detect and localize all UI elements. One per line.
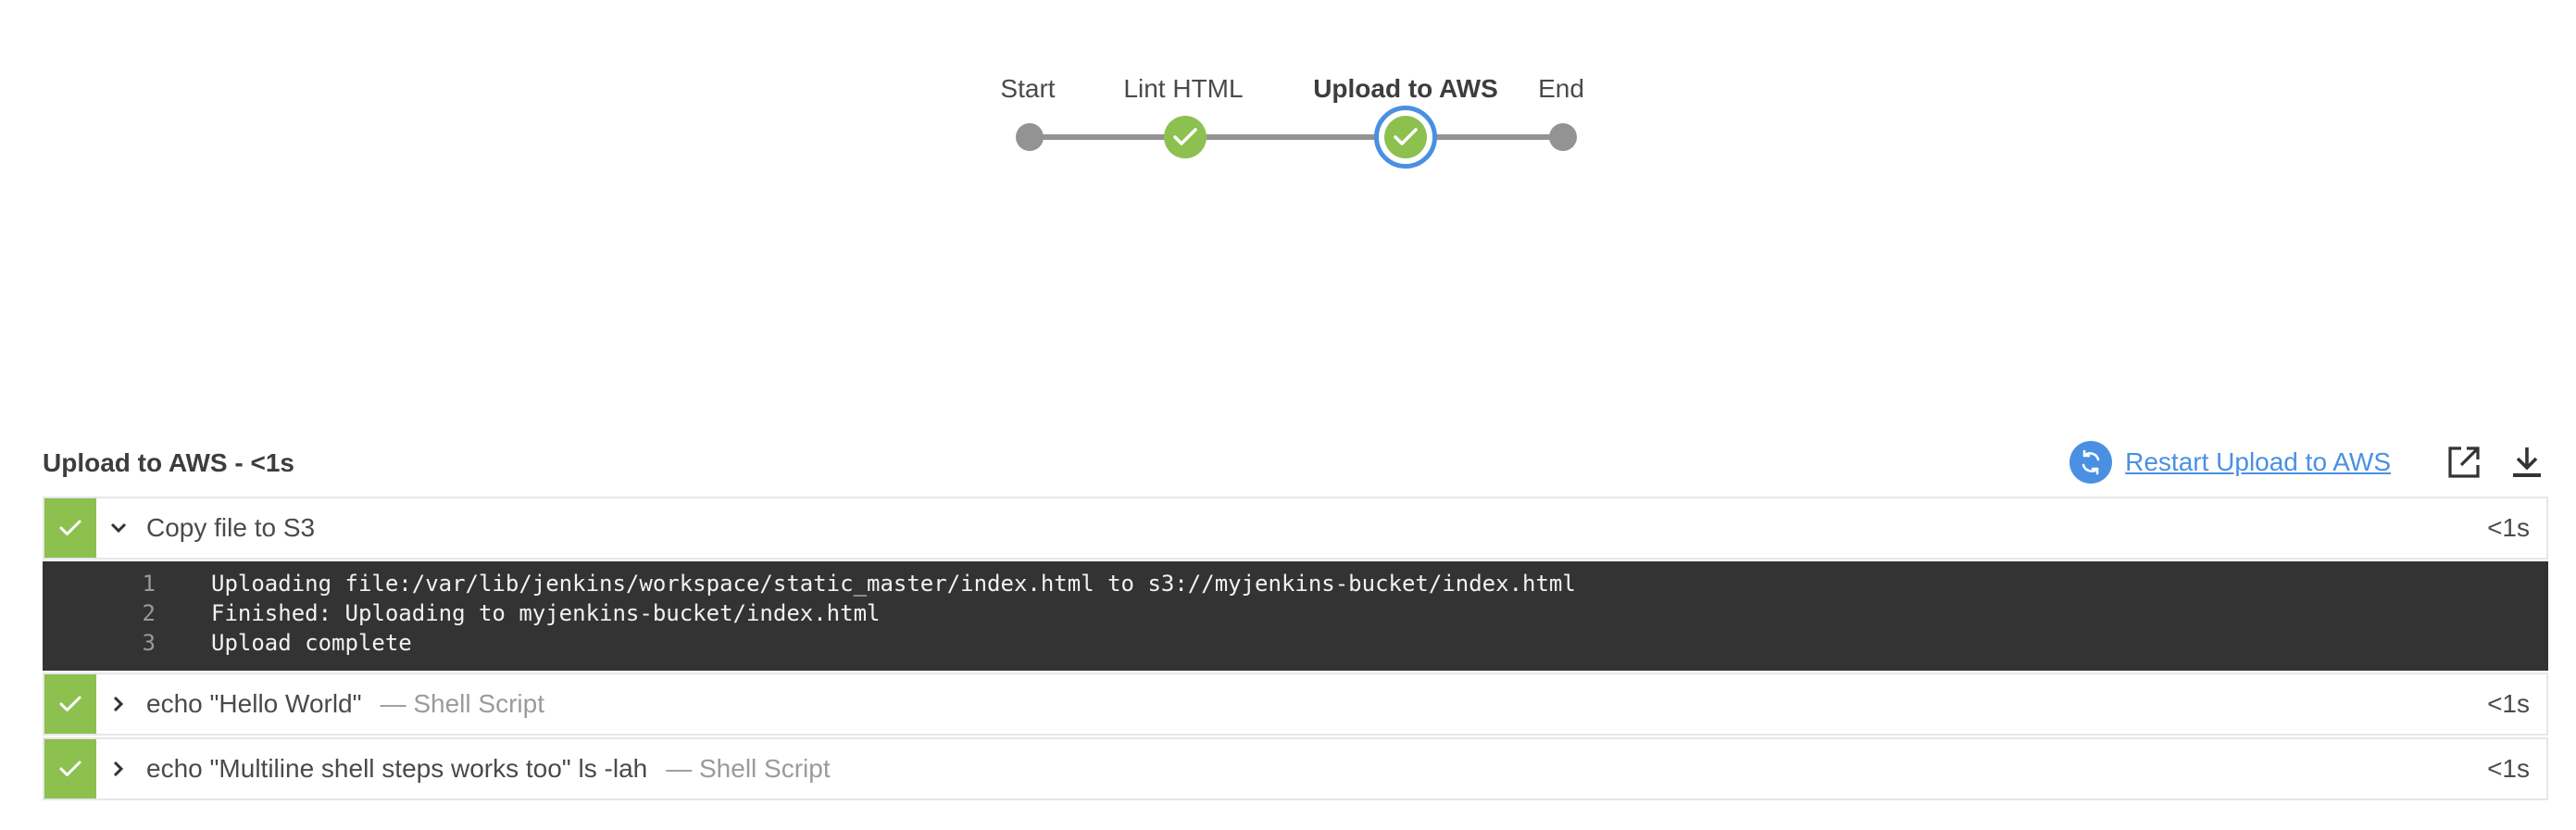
step-duration: <1s (2487, 754, 2530, 783)
checkmark-icon (59, 520, 81, 535)
panel-actions: Restart Upload to AWS (2070, 439, 2548, 485)
stage-node-upload-to-aws[interactable] (1374, 106, 1437, 169)
step-duration: <1s (2487, 513, 2530, 542)
download-icon[interactable] (2506, 441, 2548, 484)
step-duration: <1s (2487, 689, 2530, 718)
stage-label-lint-html: Lint HTML (1123, 74, 1244, 103)
step-row[interactable]: echo "Multiline shell steps works too" l… (43, 737, 2548, 800)
log-line-number[interactable]: 3 (43, 630, 156, 656)
checkmark-icon (59, 761, 81, 776)
stage-label-end: End (1538, 74, 1584, 103)
step-name: echo "Hello World" (146, 689, 362, 718)
log-line: 1 Uploading file:/var/lib/jenkins/worksp… (43, 569, 2548, 598)
checkmark-icon (1394, 128, 1418, 145)
pipeline-connector (1030, 134, 1563, 140)
log-line: 2 Finished: Uploading to myjenkins-bucke… (43, 598, 2548, 628)
step-row[interactable]: echo "Hello World" — Shell Script <1s (43, 673, 2548, 736)
chevron-right-icon[interactable] (100, 695, 137, 713)
checkmark-icon (1173, 128, 1197, 145)
step-status-success (44, 498, 96, 558)
step-status-success (44, 739, 96, 799)
log-line-text: Uploading file:/var/lib/jenkins/workspac… (211, 571, 1576, 597)
log-line-number[interactable]: 2 (43, 600, 156, 626)
stage-label-start: Start (1000, 74, 1056, 103)
log-line-text: Upload complete (211, 630, 412, 656)
step-list: Copy file to S3 <1s 1 Uploading file:/va… (43, 497, 2548, 802)
step-type: — Shell Script (380, 689, 544, 718)
pipeline-graph: Start Lint HTML Upload to AWS End (0, 0, 2576, 185)
stage-node-start (1016, 123, 1044, 151)
stage-detail-title: Upload to AWS - <1s (43, 448, 294, 477)
restart-stage-link[interactable]: Restart Upload to AWS (2125, 447, 2391, 477)
stage-node-end (1549, 123, 1577, 151)
step-name: echo "Multiline shell steps works too" l… (146, 754, 648, 783)
step-row[interactable]: Copy file to S3 <1s (43, 497, 2548, 560)
stage-node-lint-html[interactable] (1164, 116, 1207, 158)
chevron-right-icon[interactable] (100, 760, 137, 778)
log-line-text: Finished: Uploading to myjenkins-bucket/… (211, 600, 881, 626)
step-type: — Shell Script (666, 754, 831, 783)
step-name: Copy file to S3 (146, 513, 316, 542)
log-line: 3 Upload complete (43, 628, 2548, 658)
stage-label-upload-to-aws: Upload to AWS (1313, 74, 1498, 103)
open-external-icon[interactable] (2443, 441, 2485, 484)
chevron-down-icon[interactable] (100, 522, 137, 534)
log-line-number[interactable]: 1 (43, 571, 156, 597)
checkmark-icon (59, 696, 81, 711)
restart-icon[interactable] (2070, 441, 2113, 484)
step-status-success (44, 674, 96, 734)
step-log: 1 Uploading file:/var/lib/jenkins/worksp… (43, 561, 2548, 671)
